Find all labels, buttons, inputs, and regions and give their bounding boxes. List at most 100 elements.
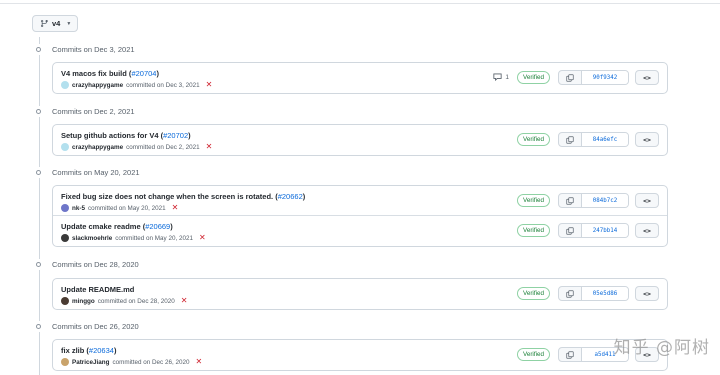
commit-meta: slackmoehrle committed on May 20, 2021 ✕: [61, 234, 206, 242]
browse-repo-button[interactable]: <>: [635, 193, 659, 208]
chevron-down-icon: ▼: [66, 20, 72, 27]
commit-message[interactable]: Update README.md: [61, 285, 134, 294]
copy-icon: [566, 350, 574, 359]
commit-list: Update README.md minggo committed on Dec…: [52, 278, 668, 310]
commit-dot-icon: [33, 105, 44, 117]
x-fail-icon[interactable]: ✕: [206, 143, 213, 151]
comment-icon: [493, 73, 502, 81]
commit-row: fix zlib (#20634) PatriceJiang committed…: [53, 340, 667, 370]
commit-dot-icon: [33, 258, 44, 270]
commit-dot-icon: [33, 320, 44, 332]
group-date: Commits on May 20, 2021: [52, 167, 140, 177]
commit-list: fix zlib (#20634) PatriceJiang committed…: [52, 339, 668, 371]
avatar[interactable]: [61, 143, 69, 151]
verified-badge[interactable]: Verified: [516, 133, 550, 146]
verified-badge[interactable]: Verified: [516, 348, 550, 361]
copy-sha-button[interactable]: [559, 71, 582, 84]
avatar[interactable]: [61, 204, 69, 212]
commit-meta: nk-5 committed on May 20, 2021 ✕: [61, 204, 178, 212]
watermark-text: 知乎 @阿树: [613, 338, 710, 358]
group-date: Commits on Dec 28, 2020: [52, 259, 139, 269]
avatar[interactable]: [61, 234, 69, 242]
commit-group-header: Commits on May 20, 2021: [33, 166, 140, 178]
author-link[interactable]: minggo: [72, 298, 95, 305]
commit-date: committed on Dec 2, 2021: [126, 143, 200, 151]
commit-group-header: Commits on Dec 26, 2020: [33, 320, 139, 332]
commit-meta: crazyhappygame committed on Dec 3, 2021 …: [61, 81, 212, 89]
commit-meta: PatriceJiang committed on Dec 26, 2020 ✕: [61, 358, 202, 366]
commit-date: committed on May 20, 2021: [87, 204, 166, 212]
sha-button-group: 247bb14: [558, 223, 629, 238]
copy-icon: [566, 196, 574, 205]
sha-button-group: 084b7c2: [558, 193, 629, 208]
commit-group-header: Commits on Dec 28, 2020: [33, 258, 139, 270]
pr-link[interactable]: #20634: [89, 346, 114, 355]
pr-link[interactable]: #20702: [163, 131, 188, 140]
commit-group-header: Commits on Dec 3, 2021: [33, 43, 135, 55]
commit-dot-icon: [33, 43, 44, 55]
x-fail-icon[interactable]: ✕: [206, 81, 213, 89]
sha-button-group: 05e5d86: [558, 286, 629, 301]
verified-badge[interactable]: Verified: [516, 71, 550, 84]
x-fail-icon[interactable]: ✕: [195, 358, 202, 366]
copy-sha-button[interactable]: [559, 194, 582, 207]
commit-sha-link[interactable]: 84a6efc: [582, 133, 628, 146]
commit-group-header: Commits on Dec 2, 2021: [33, 105, 135, 117]
comments-link[interactable]: 1: [493, 73, 509, 81]
commit-row: Update README.md minggo committed on Dec…: [53, 279, 667, 309]
commit-sha-link[interactable]: 084b7c2: [582, 194, 628, 207]
branch-label: v4: [52, 19, 61, 28]
copy-sha-button[interactable]: [559, 348, 582, 361]
author-link[interactable]: crazyhappygame: [72, 144, 123, 151]
group-date: Commits on Dec 3, 2021: [52, 44, 135, 54]
avatar[interactable]: [61, 358, 69, 366]
copy-icon: [566, 289, 574, 298]
sha-button-group: 90f9342: [558, 70, 629, 85]
browse-repo-button[interactable]: <>: [635, 223, 659, 238]
author-link[interactable]: PatriceJiang: [72, 359, 109, 366]
commit-row: Fixed bug size does not change when the …: [53, 186, 667, 216]
commit-message[interactable]: fix zlib (#20634): [61, 346, 116, 355]
browse-repo-button[interactable]: <>: [635, 70, 659, 85]
copy-sha-button[interactable]: [559, 133, 582, 146]
copy-icon: [566, 226, 574, 235]
comment-count: 1: [505, 73, 509, 81]
commit-list: Fixed bug size does not change when the …: [52, 185, 668, 247]
commit-list: Setup github actions for V4 (#20702) cra…: [52, 124, 668, 156]
group-date: Commits on Dec 2, 2021: [52, 106, 135, 116]
group-date: Commits on Dec 26, 2020: [52, 321, 139, 331]
commit-sha-link[interactable]: 90f9342: [582, 71, 628, 84]
author-link[interactable]: nk-5: [72, 205, 85, 212]
verified-badge[interactable]: Verified: [516, 287, 550, 300]
commit-sha-link[interactable]: 05e5d86: [582, 287, 628, 300]
copy-sha-button[interactable]: [559, 224, 582, 237]
x-fail-icon[interactable]: ✕: [172, 204, 179, 212]
commit-message[interactable]: V4 macos fix build (#20704): [61, 69, 159, 78]
pr-link[interactable]: #20662: [278, 192, 303, 201]
browse-repo-button[interactable]: <>: [635, 286, 659, 301]
commit-sha-link[interactable]: 247bb14: [582, 224, 628, 237]
commit-message[interactable]: Setup github actions for V4 (#20702): [61, 131, 191, 140]
verified-badge[interactable]: Verified: [516, 224, 550, 237]
commit-row: Update cmake readme (#20669) slackmoehrl…: [53, 216, 667, 246]
commit-row: Setup github actions for V4 (#20702) cra…: [53, 125, 667, 155]
commit-list: V4 macos fix build (#20704) crazyhappyga…: [52, 62, 668, 94]
avatar[interactable]: [61, 81, 69, 89]
x-fail-icon[interactable]: ✕: [181, 297, 188, 305]
commit-message[interactable]: Fixed bug size does not change when the …: [61, 192, 305, 201]
x-fail-icon[interactable]: ✕: [199, 234, 206, 242]
commit-meta: minggo committed on Dec 28, 2020 ✕: [61, 297, 187, 305]
header-divider: [0, 3, 720, 4]
author-link[interactable]: slackmoehrle: [72, 235, 112, 242]
branch-select-button[interactable]: v4 ▼: [32, 15, 78, 32]
pr-link[interactable]: #20704: [131, 69, 156, 78]
author-link[interactable]: crazyhappygame: [72, 82, 123, 89]
avatar[interactable]: [61, 297, 69, 305]
git-branch-icon: [41, 19, 48, 28]
commit-dot-icon: [33, 166, 44, 178]
verified-badge[interactable]: Verified: [516, 194, 550, 207]
copy-sha-button[interactable]: [559, 287, 582, 300]
browse-repo-button[interactable]: <>: [635, 132, 659, 147]
commit-message[interactable]: Update cmake readme (#20669): [61, 222, 173, 231]
pr-link[interactable]: #20669: [145, 222, 170, 231]
